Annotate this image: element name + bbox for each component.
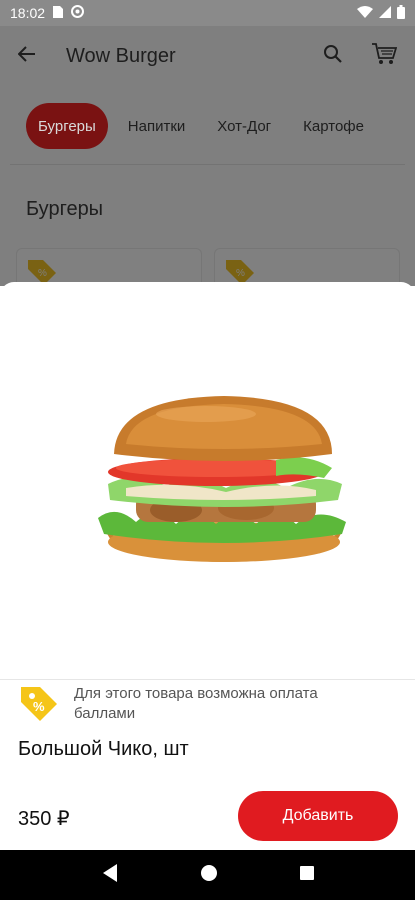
back-arrow-icon[interactable]	[17, 45, 36, 67]
search-icon[interactable]	[323, 44, 343, 69]
cart-icon[interactable]	[371, 42, 398, 71]
product-title: Большой Чико, шт	[18, 738, 189, 760]
add-to-cart-button[interactable]: Добавить	[238, 791, 398, 841]
section-title: Бургеры	[26, 198, 104, 220]
category-section: Бургеры % %	[0, 166, 415, 288]
category-chip-drinks[interactable]: Напитки	[116, 103, 198, 149]
data-saver-icon	[71, 5, 85, 21]
svg-text:%: %	[33, 699, 45, 714]
percent-tag-icon: %	[18, 684, 60, 729]
points-note-text: Для этого товара возможна оплата баллами	[74, 685, 318, 722]
svg-text:%: %	[38, 268, 47, 279]
nav-recents-icon[interactable]	[299, 865, 315, 886]
signal-icon	[379, 5, 391, 21]
status-time: 18:02	[10, 5, 46, 21]
svg-text:%: %	[236, 268, 245, 279]
app-bar: Wow Burger	[0, 26, 415, 86]
category-divider	[10, 164, 405, 165]
status-bar: 18:02	[0, 0, 415, 26]
category-chip-potato[interactable]: Картофе	[291, 103, 376, 149]
product-price: 350 ₽	[18, 808, 70, 830]
nav-back-icon[interactable]	[101, 863, 119, 888]
category-chip-hotdog[interactable]: Хот-Дог	[205, 103, 283, 149]
nav-home-icon[interactable]	[200, 864, 218, 887]
category-chip-burgers[interactable]: Бургеры	[26, 103, 108, 149]
category-tabs: Бургеры Напитки Хот-Дог Картофе	[0, 86, 415, 166]
battery-icon	[397, 4, 405, 22]
sheet-divider	[0, 679, 415, 680]
system-nav-bar	[0, 850, 415, 900]
app-title: Wow Burger	[66, 44, 176, 67]
points-payment-note: % Для этого товара возможна оплата балла…	[18, 684, 397, 729]
wifi-icon	[357, 5, 373, 21]
product-bottom-sheet: % Для этого товара возможна оплата балла…	[0, 282, 415, 850]
sim-card-icon	[53, 5, 64, 21]
product-image	[96, 392, 352, 572]
